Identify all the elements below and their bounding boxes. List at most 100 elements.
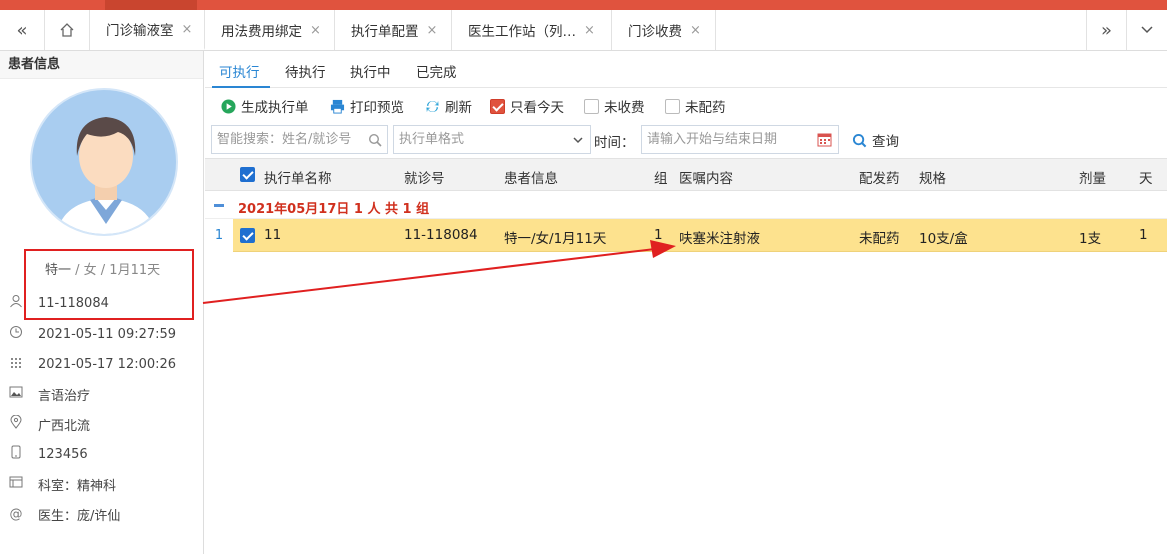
format-placeholder: 执行单格式 [399,132,465,147]
row-number: 1 [205,219,233,252]
date-placeholder: 请输入开始与结束日期 [647,132,778,147]
checkbox-checked[interactable] [490,98,505,114]
tab-infusion-room[interactable]: 门诊输液室 × [90,10,205,50]
query-label: 查询 [872,134,899,150]
info-exec-time: 2021-05-17 12:00:26 [0,352,204,376]
image-icon [0,385,32,403]
scroll-right-icon[interactable]: » [1086,10,1126,50]
time-label: 时间： [594,135,635,151]
tab-outpatient-fee[interactable]: 门诊收费 × [612,10,716,50]
print-preview-button[interactable]: 打印预览 [330,96,404,116]
info-visit-time: 2021-05-11 09:27:59 [0,322,204,346]
grid-header: 执行单名称 就诊号 患者信息 组 医嘱内容 配发药 规格 剂量 天 [205,158,1167,191]
info-therapy: 言语治疗 [0,382,204,406]
generate-button[interactable]: 生成执行单 [221,96,309,116]
cell-group: 1 [654,227,663,243]
tab-label: 医生工作站（列… [468,24,576,40]
print-preview-label: 打印预览 [350,100,404,116]
tab-label: 门诊收费 [628,24,682,40]
image-icon-svg [9,386,23,398]
exec-time-value: 2021-05-17 12:00:26 [38,356,177,372]
chevron-down-icon[interactable] [1126,10,1167,50]
header-patient: 患者信息 [504,171,558,187]
table-row[interactable]: 1 11 11-118084 特一/女/1月11天 1 呋塞米注射液 未配药 1… [205,219,1167,252]
tab-doctor-station[interactable]: 医生工作站（列… × [452,10,612,50]
user-icon [0,294,32,312]
undispensed-label: 未配药 [685,100,726,116]
info-visit-no: 11-118084 [0,291,204,315]
info-address: 广西北流 [0,412,204,436]
search-icon [368,133,382,147]
patient-panel: 患者信息 特一 / 女 / 1月11天 11-118084 2021-05-11… [0,51,204,554]
phone-icon [0,445,32,463]
unpaid-checkbox[interactable]: 未收费 [584,96,645,116]
info-doctor: @ 医生：庞/许仙 [0,502,204,526]
cell-visit-no: 11-118084 [404,227,478,243]
phone-icon-svg [11,445,21,459]
header-dose: 剂量 [1079,171,1106,187]
location-pin-icon-svg [10,414,22,429]
address-value: 广西北流 [38,418,91,434]
close-icon[interactable]: × [584,23,595,38]
date-range-input[interactable]: 请输入开始与结束日期 [641,125,839,154]
undispensed-checkbox[interactable]: 未配药 [665,96,726,116]
tab-exec-config[interactable]: 执行单配置 × [335,10,452,50]
location-pin-icon [0,414,32,433]
window-icon-svg [9,476,23,488]
subtab-completed[interactable]: 已完成 [416,61,457,81]
row-checkbox[interactable] [240,228,255,243]
tab-bar: « 门诊输液室 × 用法费用绑定 × 执行单配置 × 医生工作站（列… × 门诊收费 × … [0,10,1167,51]
subtab-in-progress[interactable]: 执行中 [350,61,391,81]
search-input[interactable]: 智能搜索：姓名/就诊号 [211,125,388,154]
search-icon [852,133,867,147]
cell-days: 1 [1139,227,1148,243]
dept-value: 科室：精神科 [38,478,117,494]
calendar-icon-svg [11,358,21,368]
group-title: 2021年05月17日 1 人 共 1 组 [238,202,430,217]
generate-label: 生成执行单 [241,100,309,116]
scroll-left-icon[interactable]: « [0,10,45,50]
info-phone: 123456 [0,442,204,466]
toolbar: 生成执行单 打印预览 刷新 只看今天 未收费 未配药 [205,89,1167,122]
refresh-button[interactable]: 刷新 [425,96,472,116]
checkbox-unchecked[interactable] [584,98,599,114]
format-select[interactable]: 执行单格式 [393,125,591,154]
query-button[interactable]: 查询 [852,130,899,150]
header-order: 医嘱内容 [679,171,733,187]
today-only-checkbox[interactable]: 只看今天 [490,96,564,116]
header-group: 组 [654,171,668,187]
tab-usage-fee-binding[interactable]: 用法费用绑定 × [205,10,335,50]
status-subtabs: 可执行 待执行 执行中 已完成 [205,51,1167,88]
checkbox-unchecked[interactable] [665,98,680,114]
tab-label: 用法费用绑定 [221,24,302,40]
select-all-checkbox[interactable] [240,167,255,182]
subtab-pending[interactable]: 待执行 [285,61,326,81]
group-row[interactable]: 2021年05月17日 1 人 共 1 组 [205,192,1167,219]
close-icon[interactable]: × [310,23,321,38]
clock-icon [0,325,32,343]
doctor-value: 医生：庞/许仙 [38,508,121,524]
window-icon [0,475,32,493]
collapse-icon[interactable] [214,204,224,207]
print-icon [330,99,345,114]
home-icon-svg [60,23,74,37]
refresh-icon [426,100,439,112]
close-icon[interactable]: × [182,22,193,37]
chevron-down-svg [1141,26,1153,34]
refresh-label: 刷新 [445,100,472,116]
home-icon[interactable] [45,10,90,50]
today-only-label: 只看今天 [510,100,564,116]
patient-panel-title: 患者信息 [0,51,203,79]
search-placeholder: 智能搜索：姓名/就诊号 [217,132,352,147]
subtab-executable[interactable]: 可执行 [219,61,260,81]
close-icon[interactable]: × [427,23,438,38]
user-icon-svg [10,295,22,308]
unpaid-label: 未收费 [604,100,645,116]
header-name: 执行单名称 [264,171,332,187]
at-icon: @ [9,506,23,522]
close-icon[interactable]: × [690,23,701,38]
calendar-icon [817,133,832,147]
top-color-bar [0,0,1167,10]
cell-name: 11 [264,227,282,243]
cell-order: 呋塞米注射液 [679,231,760,247]
